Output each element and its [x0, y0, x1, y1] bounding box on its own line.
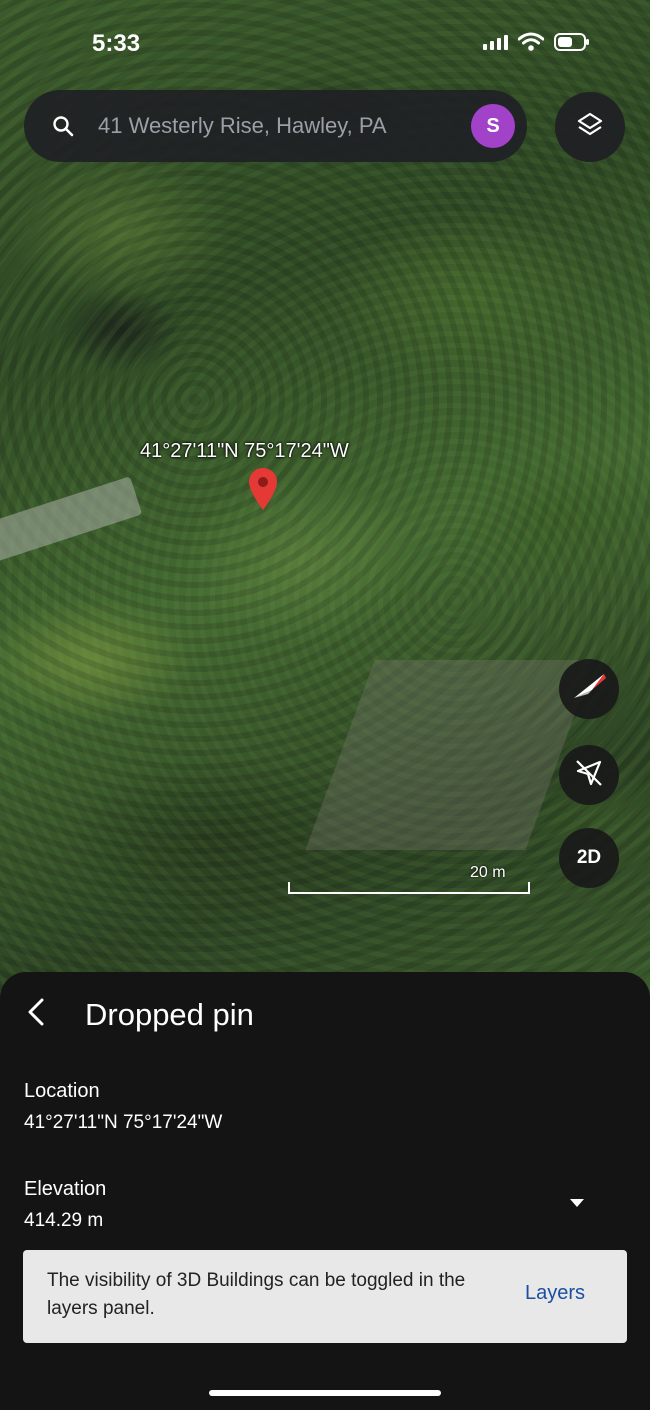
location-off-icon [574, 758, 604, 793]
map-pin-icon[interactable] [249, 468, 277, 510]
road [0, 476, 143, 564]
location-label: Location [24, 1080, 100, 1102]
battery-icon [554, 32, 590, 52]
elevation-label: Elevation [24, 1178, 107, 1200]
layers-icon [576, 111, 604, 144]
status-icons [483, 32, 590, 52]
pin-coordinates-label: 41°27'11"N 75°17'24"W [140, 440, 349, 462]
signal-icon [483, 34, 508, 50]
scale-label: 20 m [470, 864, 506, 881]
layers-link[interactable]: Layers [525, 1282, 585, 1305]
status-time: 5:33 [92, 30, 141, 57]
avatar[interactable]: S [471, 104, 515, 148]
layers-button[interactable] [555, 92, 625, 162]
compass-button[interactable] [559, 659, 619, 719]
dropdown-icon[interactable] [566, 1196, 588, 1210]
scale-bar [288, 882, 530, 894]
view-2d-button[interactable]: 2D [559, 828, 619, 888]
home-indicator[interactable] [209, 1390, 441, 1396]
compass-icon [570, 668, 608, 711]
snackbar-message: The visibility of 3D Buildings can be to… [47, 1270, 466, 1319]
location-button[interactable] [559, 745, 619, 805]
search-icon [48, 111, 78, 141]
snackbar: The visibility of 3D Buildings can be to… [23, 1250, 627, 1343]
elevation-value: 414.29 m [24, 1210, 104, 1231]
back-button[interactable] [18, 994, 54, 1034]
search-bar[interactable]: 41 Westerly Rise, Hawley, PA S [24, 90, 527, 162]
page-title: Dropped pin [85, 997, 254, 1032]
clearing [305, 660, 595, 850]
wifi-icon [518, 32, 544, 52]
location-value: 41°27'11"N 75°17'24"W [24, 1112, 223, 1133]
bottom-sheet: Dropped pin Location 41°27'11"N 75°17'24… [0, 972, 650, 1410]
status-bar: 5:33 [0, 30, 650, 60]
back-arrow-icon [24, 996, 48, 1033]
search-input[interactable]: 41 Westerly Rise, Hawley, PA [98, 113, 471, 139]
